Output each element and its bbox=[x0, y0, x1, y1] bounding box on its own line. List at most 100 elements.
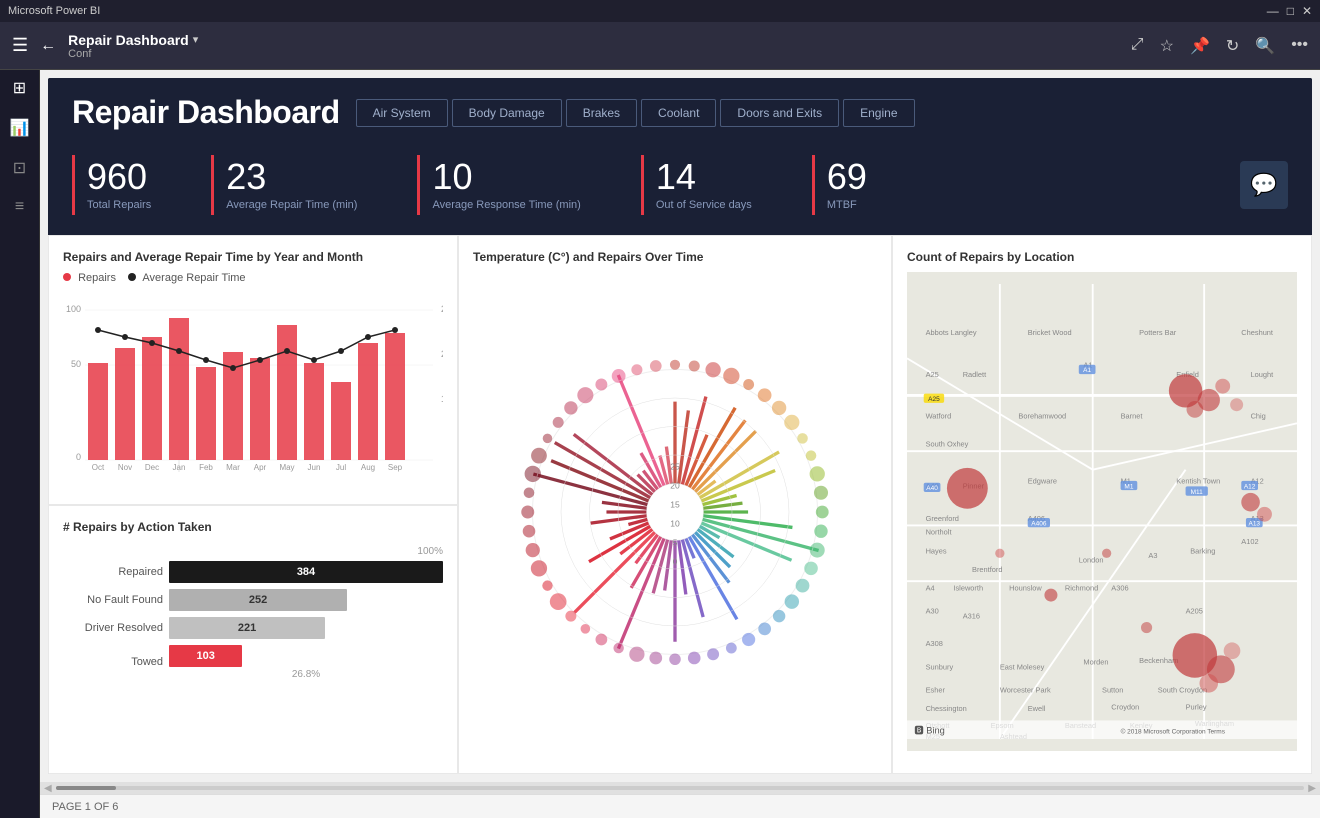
svg-text:10: 10 bbox=[670, 518, 680, 528]
nav-icons: ⤢ ☆ 📌 ↻ 🔍 ••• bbox=[1131, 36, 1308, 56]
svg-text:London: London bbox=[1079, 556, 1104, 565]
kpi-out-of-service: 14 Out of Service days bbox=[641, 155, 752, 215]
svg-text:A4: A4 bbox=[926, 583, 935, 592]
main-content: Repair Dashboard Air System Body Damage … bbox=[40, 70, 1320, 818]
charts-area: Repairs and Average Repair Time by Year … bbox=[48, 235, 1312, 774]
svg-text:Sunbury: Sunbury bbox=[926, 662, 954, 671]
dashboard-title: Repair Dashboard bbox=[72, 94, 340, 131]
action-label-towed: Towed bbox=[63, 656, 163, 668]
window-controls[interactable]: — □ ✕ bbox=[1267, 4, 1312, 18]
app-layout: ⊞ 📊 ⊡ ≡ Repair Dashboard Air System Body… bbox=[0, 70, 1320, 818]
svg-text:Northolt: Northolt bbox=[926, 528, 952, 537]
svg-text:Mar: Mar bbox=[226, 463, 240, 472]
svg-text:20: 20 bbox=[441, 349, 443, 359]
svg-text:Radlett: Radlett bbox=[963, 370, 986, 379]
action-chart-title: # Repairs by Action Taken bbox=[63, 520, 443, 534]
page-footer: PAGE 1 OF 6 bbox=[40, 794, 1320, 818]
legend-repairs: Repairs bbox=[63, 272, 116, 284]
svg-text:50: 50 bbox=[71, 359, 81, 369]
kpi-avg-repair: 23 Average Repair Time (min) bbox=[211, 155, 357, 215]
bookmark-icon[interactable]: ☆ bbox=[1160, 36, 1174, 56]
svg-text:Chig: Chig bbox=[1251, 412, 1266, 421]
svg-text:M1: M1 bbox=[1124, 483, 1133, 490]
svg-text:South Croydon: South Croydon bbox=[1158, 686, 1207, 695]
kpi-row: 960 Total Repairs 23 Average Repair Time… bbox=[48, 143, 1312, 235]
sidebar-icon-reports[interactable]: 📊 bbox=[10, 118, 30, 138]
svg-text:Jun: Jun bbox=[308, 463, 321, 472]
tab-air-system[interactable]: Air System bbox=[356, 99, 448, 127]
svg-text:Worcester Park: Worcester Park bbox=[1000, 686, 1051, 695]
nav-bar: ☰ ← Repair Dashboard ▾ Conf ⤢ ☆ 📌 ↻ 🔍 ••… bbox=[0, 22, 1320, 70]
more-icon[interactable]: ••• bbox=[1291, 36, 1308, 56]
svg-text:Isleworth: Isleworth bbox=[953, 583, 983, 592]
pin-icon[interactable]: 📌 bbox=[1190, 36, 1210, 56]
svg-text:A25: A25 bbox=[928, 396, 940, 403]
kpi-avg-response: 10 Average Response Time (min) bbox=[417, 155, 580, 215]
tab-body-damage[interactable]: Body Damage bbox=[452, 99, 562, 127]
tab-doors-exits[interactable]: Doors and Exits bbox=[720, 99, 839, 127]
sidebar-icon-home[interactable]: ⊞ bbox=[13, 78, 26, 98]
svg-text:Oct: Oct bbox=[92, 463, 105, 472]
svg-text:Croydon: Croydon bbox=[1111, 702, 1139, 711]
svg-text:Barking: Barking bbox=[1190, 546, 1215, 555]
svg-text:Borehamwood: Borehamwood bbox=[1018, 412, 1066, 421]
bar-chart-container: 100 50 0 25 20 15 bbox=[63, 292, 443, 472]
search-icon[interactable]: 🔍 bbox=[1255, 36, 1275, 56]
nav-title-caret[interactable]: ▾ bbox=[193, 33, 199, 46]
kpi-mtbf-value: 69 bbox=[827, 159, 867, 195]
svg-text:Feb: Feb bbox=[199, 463, 213, 472]
svg-text:Aug: Aug bbox=[361, 463, 375, 472]
refresh-icon[interactable]: ↻ bbox=[1226, 36, 1239, 56]
sidebar-icon-grid[interactable]: ⊡ bbox=[13, 158, 26, 178]
scrollbar-track[interactable] bbox=[56, 786, 1305, 790]
svg-text:Beckenham: Beckenham bbox=[1139, 656, 1178, 665]
tab-brakes[interactable]: Brakes bbox=[566, 99, 637, 127]
scroll-right-arrow[interactable]: ▶ bbox=[1308, 783, 1316, 794]
chat-icon[interactable]: 💬 bbox=[1240, 161, 1288, 209]
tab-coolant[interactable]: Coolant bbox=[641, 99, 716, 127]
action-row-repaired: Repaired 384 bbox=[63, 561, 443, 583]
svg-text:Edgware: Edgware bbox=[1028, 477, 1057, 486]
scroll-left-arrow[interactable]: ◀ bbox=[44, 783, 52, 794]
map-svg: Abbots Langley Bricket Wood Potters Bar … bbox=[907, 272, 1297, 751]
svg-text:A12: A12 bbox=[1244, 483, 1256, 490]
radial-chart-title: Temperature (C°) and Repairs Over Time bbox=[473, 250, 877, 264]
kpi-mtbf: 69 MTBF bbox=[812, 155, 867, 215]
close-button[interactable]: ✕ bbox=[1302, 4, 1312, 18]
back-button[interactable]: ← bbox=[40, 37, 56, 55]
sidebar-icon-data[interactable]: ≡ bbox=[15, 198, 24, 216]
minimize-button[interactable]: — bbox=[1267, 4, 1279, 18]
svg-text:Bricket Wood: Bricket Wood bbox=[1028, 328, 1072, 337]
svg-text:15: 15 bbox=[670, 499, 680, 509]
svg-text:0: 0 bbox=[673, 556, 678, 566]
svg-text:5: 5 bbox=[673, 537, 678, 547]
svg-text:Abbots Langley: Abbots Langley bbox=[926, 328, 977, 337]
dashboard-panel: Repair Dashboard Air System Body Damage … bbox=[48, 78, 1312, 774]
tab-engine[interactable]: Engine bbox=[843, 99, 914, 127]
action-bar-wrap-no-fault: 252 bbox=[169, 589, 443, 611]
expand-icon[interactable]: ⤢ bbox=[1131, 36, 1144, 56]
svg-text:Hounslow: Hounslow bbox=[1009, 583, 1042, 592]
maximize-button[interactable]: □ bbox=[1287, 4, 1294, 18]
action-bar-repaired: 384 bbox=[169, 561, 443, 583]
kpi-avg-repair-label: Average Repair Time (min) bbox=[226, 199, 357, 211]
action-bar-wrap-towed: 103 26.8% bbox=[169, 645, 443, 680]
action-bar-wrap-repaired: 384 bbox=[169, 561, 443, 583]
bar-chart-panel: Repairs and Average Repair Time by Year … bbox=[48, 235, 458, 505]
svg-text:A316: A316 bbox=[963, 611, 980, 620]
svg-text:M11: M11 bbox=[1191, 489, 1204, 496]
svg-text:Sep: Sep bbox=[388, 463, 403, 472]
svg-text:Watford: Watford bbox=[926, 412, 952, 421]
svg-text:A40: A40 bbox=[926, 485, 938, 492]
kpi-total-repairs-value: 960 bbox=[87, 159, 151, 195]
menu-icon[interactable]: ☰ bbox=[12, 35, 28, 56]
action-bar-wrap-driver: 221 bbox=[169, 617, 443, 639]
kpi-out-of-service-label: Out of Service days bbox=[656, 199, 752, 211]
dash-header: Repair Dashboard Air System Body Damage … bbox=[48, 78, 1312, 143]
sidebar: ⊞ 📊 ⊡ ≡ bbox=[0, 70, 40, 818]
scrollbar-thumb[interactable] bbox=[56, 786, 116, 790]
action-hundred-label: 100% bbox=[63, 542, 443, 557]
pct-marker: 26.8% bbox=[169, 669, 443, 680]
svg-text:A406: A406 bbox=[1031, 520, 1047, 527]
horizontal-scrollbar[interactable]: ◀ ▶ bbox=[40, 782, 1320, 794]
